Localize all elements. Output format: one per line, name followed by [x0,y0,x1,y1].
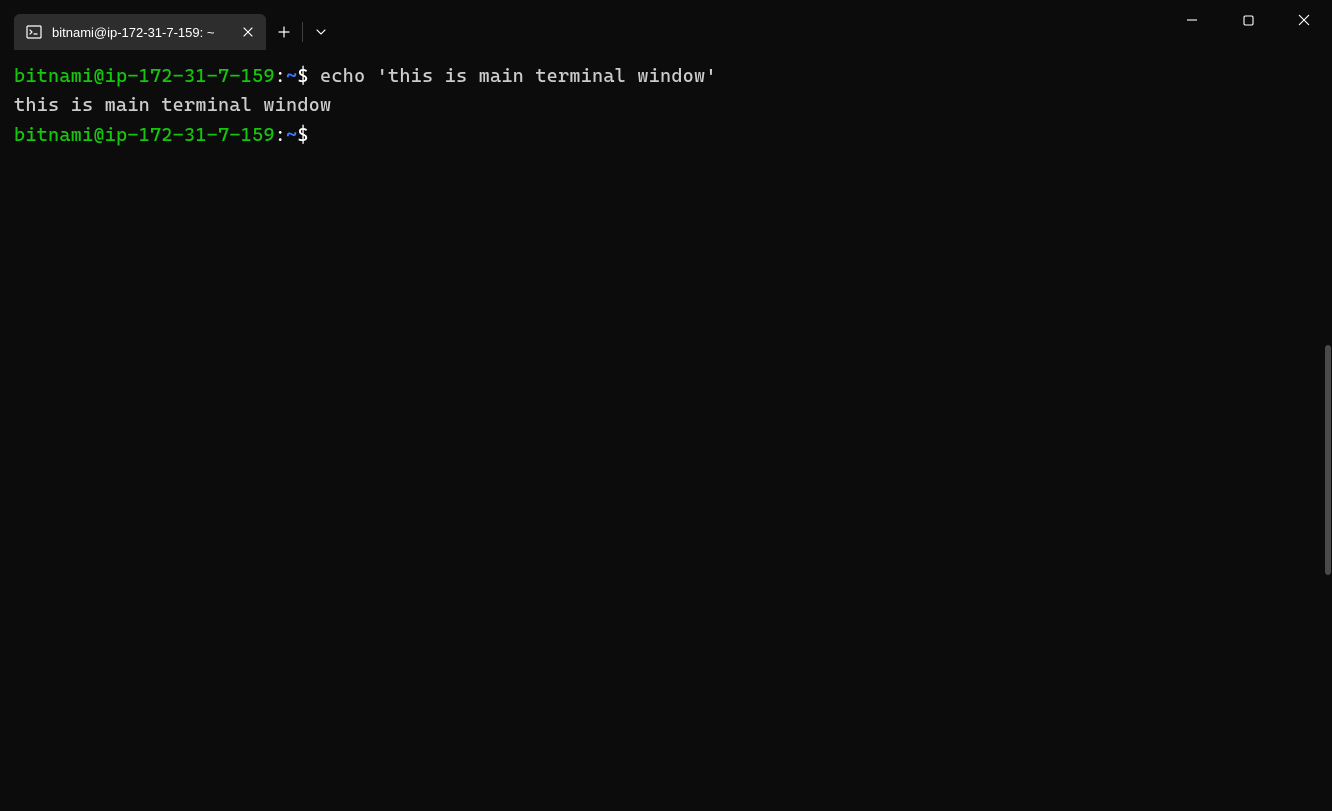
prompt-path: ~ [286,124,297,146]
maximize-button[interactable] [1220,0,1276,40]
tab-title: bitnami@ip-172-31-7-159: ~ [52,25,230,40]
window-titlebar: bitnami@ip-172-31-7-159: ~ [0,0,1332,50]
tab-close-button[interactable] [240,24,256,40]
new-tab-button[interactable] [266,14,302,50]
prompt-dollar: $ [297,124,308,146]
window-controls [1164,0,1332,50]
titlebar-left: bitnami@ip-172-31-7-159: ~ [0,0,339,50]
prompt-path: ~ [286,65,297,87]
prompt-user: bitnami@ip-172-31-7-159 [14,65,275,87]
tab-dropdown-button[interactable] [303,14,339,50]
tab-actions [266,14,302,50]
scrollbar[interactable] [1325,345,1331,575]
minimize-button[interactable] [1164,0,1220,40]
terminal-content[interactable]: bitnami@ip-172-31-7-159:~$ echo 'this is… [0,50,1332,162]
output-text: this is main terminal window [14,94,331,116]
terminal-line: bitnami@ip-172-31-7-159:~$ echo 'this is… [14,62,1318,91]
terminal-tab[interactable]: bitnami@ip-172-31-7-159: ~ [14,14,266,50]
prompt-colon: : [275,65,286,87]
close-button[interactable] [1276,0,1332,40]
prompt-user: bitnami@ip-172-31-7-159 [14,124,275,146]
tab-actions-2 [303,14,339,50]
prompt-colon: : [275,124,286,146]
terminal-output: this is main terminal window [14,91,1318,120]
command-text: echo 'this is main terminal window' [309,65,717,87]
terminal-line: bitnami@ip-172-31-7-159:~$ [14,121,1318,150]
terminal-icon [26,24,42,40]
prompt-dollar: $ [297,65,308,87]
